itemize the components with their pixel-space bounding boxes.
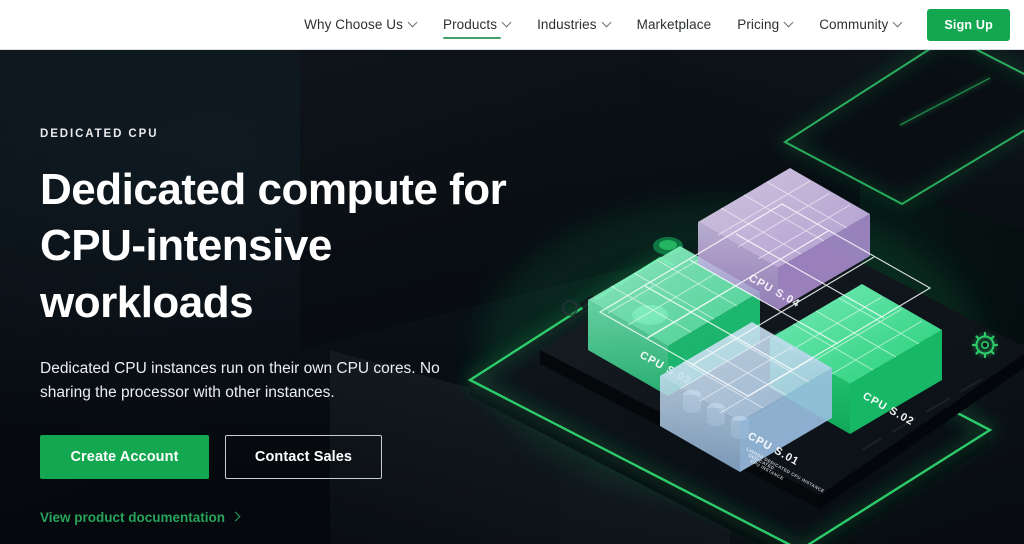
view-product-documentation-link[interactable]: View product documentation [40, 510, 240, 525]
nav-item-label: Products [442, 17, 498, 32]
cta-button-row: Create Account Contact Sales [40, 434, 510, 479]
doc-link-label: View product documentation [40, 509, 226, 525]
nav-menu: Why Choose Us Products Industries Market… [291, 0, 1024, 49]
chevron-down-icon [503, 19, 511, 27]
top-navigation-bar: Why Choose Us Products Industries Market… [0, 0, 1024, 50]
sign-up-button[interactable]: Sign Up [927, 8, 1010, 41]
nav-item-products[interactable]: Products [430, 0, 524, 49]
nav-item-label: Why Choose Us [304, 17, 403, 32]
hero-illustration: CPU S.03 CPU S.04 CPU S.02 CPU S.01 LINO… [430, 50, 1024, 544]
hero-section: CPU S.03 CPU S.04 CPU S.02 CPU S.01 LINO… [0, 50, 1024, 544]
nav-item-label: Community [819, 17, 889, 32]
chevron-down-icon [894, 19, 902, 27]
chevron-down-icon [603, 19, 611, 27]
contact-sales-button[interactable]: Contact Sales [225, 434, 382, 479]
hero-copy: DEDICATED CPU Dedicated compute for CPU-… [40, 128, 510, 527]
hero-eyebrow: DEDICATED CPU [40, 128, 159, 140]
page-title: Dedicated compute for CPU-intensive work… [40, 165, 507, 327]
nav-item-label: Industries [537, 17, 597, 32]
hero-subcopy: Dedicated CPU instances run on their own… [40, 359, 440, 401]
create-account-button[interactable]: Create Account [40, 434, 209, 479]
nav-item-pricing[interactable]: Pricing [724, 0, 806, 49]
chevron-down-icon [409, 19, 417, 27]
chevron-right-icon [232, 513, 240, 521]
chevron-down-icon [785, 19, 793, 27]
glow-tray-upper [783, 50, 1024, 206]
nav-item-label: Marketplace [636, 17, 712, 32]
nav-item-marketplace[interactable]: Marketplace [624, 0, 725, 49]
nav-item-label: Pricing [737, 17, 780, 32]
nav-item-industries[interactable]: Industries [524, 0, 624, 49]
nav-item-community[interactable]: Community [806, 0, 915, 49]
nav-item-why-choose-us[interactable]: Why Choose Us [291, 0, 430, 49]
